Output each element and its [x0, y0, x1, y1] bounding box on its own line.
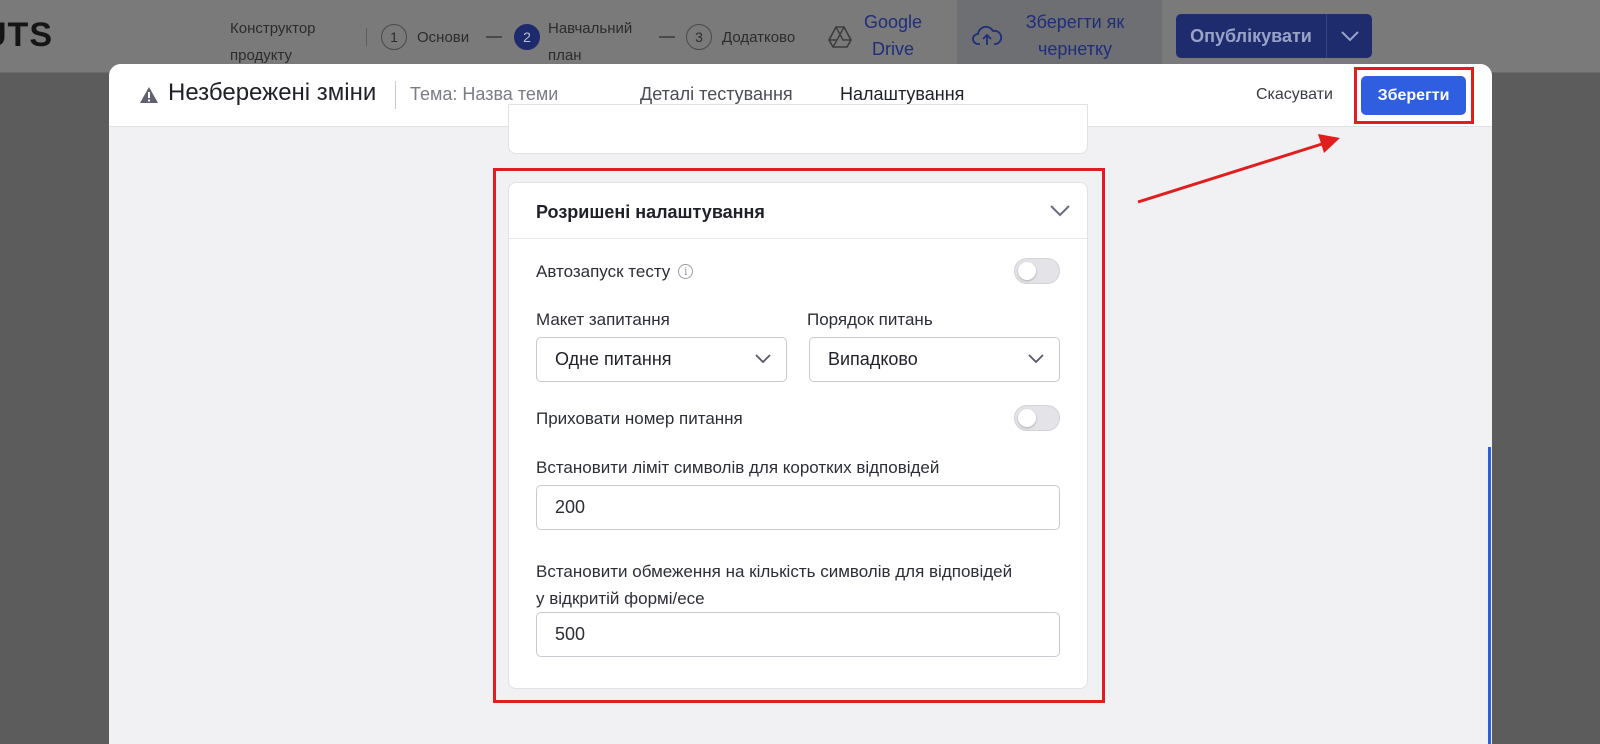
- save-button-highlight: [1354, 67, 1474, 124]
- publish-label: Опублікувати: [1190, 25, 1312, 46]
- step-label: Навчальний план: [548, 20, 633, 64]
- step-label: Додатково: [722, 28, 796, 46]
- quiz-settings-modal: Незбережені зміни Тема: Назва теми Детал…: [109, 64, 1492, 744]
- advanced-settings-highlight: [493, 168, 1105, 703]
- cloud-upload-icon: [972, 25, 1002, 45]
- scrollbar[interactable]: [1488, 447, 1491, 744]
- step-curriculum[interactable]: 2: [514, 24, 550, 50]
- topic-label: Тема: Назва теми: [410, 84, 559, 104]
- step-connector: [659, 36, 675, 38]
- publish-dropdown-toggle[interactable]: [1326, 14, 1372, 58]
- google-drive-button[interactable]: Google Drive: [862, 9, 924, 63]
- publish-button[interactable]: Опублікувати: [1176, 14, 1372, 58]
- divider: [395, 81, 396, 109]
- step-label: Основи: [417, 28, 470, 46]
- step-number: 2: [514, 24, 540, 50]
- unsaved-changes-title: Незбережені зміни: [168, 79, 377, 106]
- save-draft-label: Зберегти як чернетку: [1025, 12, 1125, 59]
- product-builder-topbar: UTS Конструктор продукту 1 Основи 2 Навч…: [0, 0, 1600, 73]
- tab-settings[interactable]: Налаштування: [840, 84, 964, 105]
- divider: [366, 28, 367, 46]
- tab-quiz-details[interactable]: Деталі тестування: [640, 84, 793, 105]
- google-drive-icon: [828, 26, 852, 48]
- previous-section-card: [508, 104, 1088, 154]
- builder-label: Конструктор продукту: [230, 20, 316, 64]
- warning-icon: [140, 87, 158, 103]
- step-number: 1: [381, 24, 407, 50]
- cancel-button[interactable]: Скасувати: [1256, 86, 1333, 104]
- step-number: 3: [686, 24, 712, 50]
- chevron-down-icon: [1340, 31, 1359, 42]
- logo: UTS: [0, 16, 53, 54]
- step-additional[interactable]: 3 Додатково: [686, 24, 795, 50]
- step-connector: [486, 36, 502, 38]
- step-basics[interactable]: 1 Основи: [381, 24, 469, 50]
